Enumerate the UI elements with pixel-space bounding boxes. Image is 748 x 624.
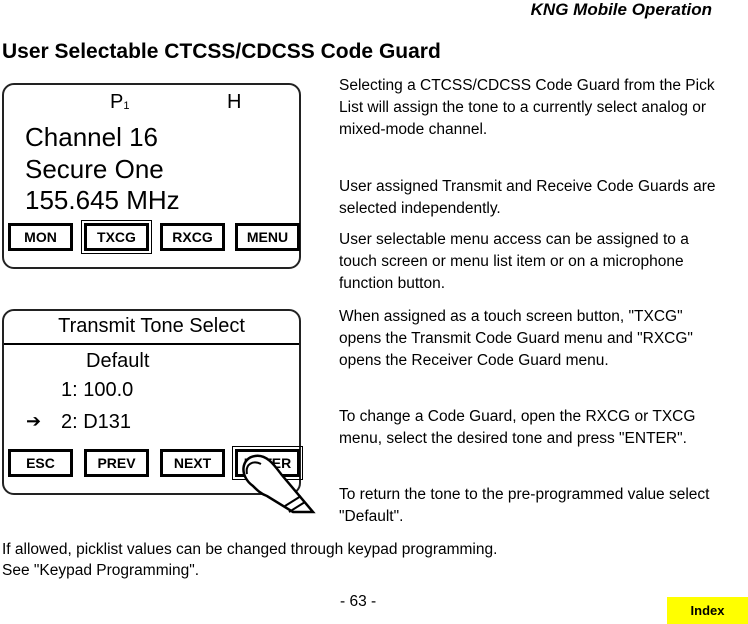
softkey-rxcg[interactable]: RXCG	[160, 223, 225, 251]
softkey-menu[interactable]: MENU	[235, 223, 300, 251]
page-title: User Selectable CTCSS/CDCSS Code Guard	[2, 40, 441, 63]
radio-screen-channel: P1 H Channel 16 Secure One 155.645 MHz M…	[2, 83, 301, 269]
footnote-line-2: See "Keypad Programming".	[2, 562, 200, 579]
profile-letter: P	[110, 91, 124, 113]
tone-option-1[interactable]: 1: 100.0	[61, 379, 133, 402]
paragraph-pick-list: Selecting a CTCSS/CDCSS Code Guard from …	[339, 77, 715, 138]
tone-option-default[interactable]: Default	[86, 350, 149, 373]
paragraph-menu-access: User selectable menu access can be assig…	[339, 231, 689, 292]
paragraph-default: To return the tone to the pre-programmed…	[339, 486, 710, 525]
paragraph-independent: User assigned Transmit and Receive Code …	[339, 178, 716, 217]
title-divider	[4, 343, 299, 345]
footnote: If allowed, picklist values can be chang…	[2, 539, 497, 581]
tone-option-2[interactable]: 2: D131	[61, 411, 131, 434]
channel-name: Channel 16	[25, 122, 158, 152]
softkey-txcg[interactable]: TXCG	[81, 220, 152, 254]
footnote-line-1: If allowed, picklist values can be chang…	[2, 541, 498, 558]
frequency: 155.645 MHz	[25, 185, 180, 215]
menu-title: Transmit Tone Select	[58, 315, 245, 337]
softkey-bar: MON TXCG RXCG MENU	[8, 220, 300, 255]
softkey-bar: ESC PREV NEXT ENTER	[8, 446, 303, 481]
running-header: KNG Mobile Operation	[530, 0, 712, 19]
softkey-prev[interactable]: PREV	[84, 449, 149, 477]
softkey-mon[interactable]: MON	[8, 223, 73, 251]
right-arrow-icon: ➔	[26, 411, 42, 431]
index-button[interactable]: Index	[667, 597, 748, 624]
profile-indicator: P1	[110, 91, 129, 114]
radio-screen-tone-select: Transmit Tone Select Default 1: 100.0 ➔ …	[2, 309, 303, 495]
power-indicator: H	[227, 91, 242, 113]
paragraph-change-guard: To change a Code Guard, open the RXCG or…	[339, 408, 696, 447]
softkey-enter[interactable]: ENTER	[232, 446, 303, 480]
softkey-next[interactable]: NEXT	[160, 449, 225, 477]
paragraph-touch-button: When assigned as a touch screen button, …	[339, 308, 693, 369]
softkey-esc[interactable]: ESC	[8, 449, 73, 477]
profile-number: 1	[123, 100, 130, 112]
zone-name: Secure One	[25, 154, 164, 184]
page-number: - 63 -	[340, 593, 377, 610]
